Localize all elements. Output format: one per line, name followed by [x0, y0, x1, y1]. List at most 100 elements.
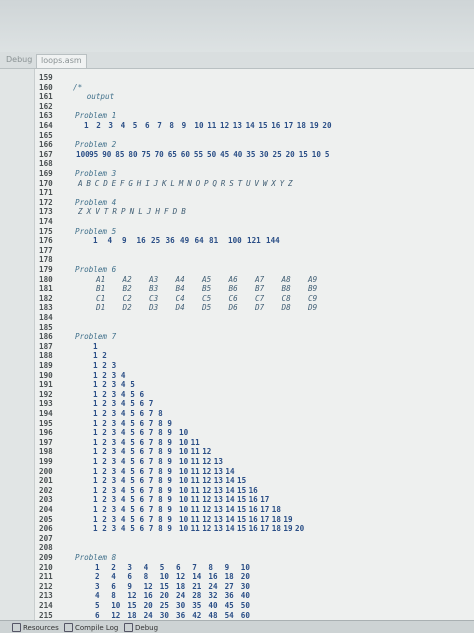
line-number: 166	[39, 140, 53, 150]
output-token: W	[262, 178, 268, 188]
output-token: 5	[130, 466, 135, 476]
output-token: 9	[127, 581, 132, 591]
output-token: 14	[225, 524, 235, 534]
output-token: 8	[158, 476, 163, 486]
output-token: D	[103, 178, 108, 188]
output-token: 2	[102, 418, 107, 428]
line-number: 182	[39, 293, 53, 303]
output-token: J	[153, 178, 159, 188]
output-token: X	[86, 207, 92, 217]
tab-debug[interactable]: Debug	[2, 54, 36, 65]
bottom-panel-bar: Resources Compile Log Debug	[0, 620, 474, 633]
output-token: 1	[93, 457, 98, 466]
line-number: 185	[39, 322, 53, 332]
output-token: 1	[93, 428, 98, 438]
output-token: 20	[285, 149, 295, 159]
output-token: 4	[120, 409, 126, 418]
output-token: 12	[202, 505, 212, 514]
resources-tab[interactable]: Resources	[12, 623, 59, 632]
line-number: 168	[39, 159, 53, 169]
tab-file[interactable]: loops.asm	[36, 54, 87, 68]
output-token: A3	[149, 274, 159, 284]
output-token: F	[164, 207, 169, 217]
output-token: O	[195, 178, 201, 188]
output-token: 12	[111, 610, 121, 620]
output-token: 8	[158, 524, 163, 534]
output-token: 14	[225, 476, 235, 486]
output-token: C9	[308, 293, 318, 303]
output-token: 2	[102, 457, 107, 466]
line-number: 173	[39, 207, 53, 217]
output-token: 6	[139, 418, 145, 428]
output-token: 3	[111, 495, 117, 505]
output-token: 10	[179, 514, 189, 524]
output-token: D9	[308, 303, 318, 313]
output-token: S	[229, 178, 234, 188]
compile-log-tab[interactable]: Compile Log	[64, 623, 118, 632]
output-token: 70	[154, 149, 164, 159]
output-token: 8	[158, 505, 163, 514]
output-token: N	[129, 207, 135, 217]
output-token: A5	[202, 274, 212, 284]
output-token: 1	[93, 505, 98, 514]
output-token: 3	[111, 380, 117, 390]
line-number: 174	[39, 217, 53, 226]
output-token: 6	[127, 572, 132, 582]
debug-tab[interactable]: Debug	[124, 623, 158, 632]
output-token: 1	[93, 399, 98, 409]
problem-heading: Problem 6	[75, 265, 117, 274]
output-token: 8	[208, 562, 213, 572]
output-token: 1	[93, 514, 98, 524]
output-token: 16	[136, 236, 146, 246]
output-token: 8	[169, 121, 174, 130]
output-token: 18	[271, 505, 281, 514]
output-token: E	[111, 178, 117, 188]
output-token: A	[78, 178, 83, 188]
output-token: 9	[181, 121, 187, 130]
output-token: A7	[255, 274, 265, 284]
output-token: 8	[158, 437, 163, 447]
output-token: 7	[192, 562, 197, 572]
output-token: A1	[96, 274, 106, 284]
compile-log-label: Compile Log	[75, 623, 119, 632]
output-token: 10	[179, 428, 189, 438]
output-token: 40	[240, 591, 250, 601]
output-token: V	[254, 178, 259, 188]
output-token: 9	[167, 418, 172, 428]
output-token: 3	[111, 428, 117, 438]
problem-heading: Problem 7	[75, 332, 117, 342]
output-token: 15	[237, 476, 247, 486]
output-token: 14	[225, 485, 235, 495]
output-token: 6	[139, 524, 145, 534]
line-number: 201	[39, 476, 53, 486]
output-token: 48	[208, 610, 218, 620]
output-token: 1	[93, 447, 98, 457]
output-token: 42	[192, 610, 202, 620]
output-token: 6	[139, 447, 145, 457]
output-token: 18	[296, 121, 306, 130]
output-token: 18	[224, 572, 234, 582]
problem-heading: Problem 5	[75, 226, 117, 236]
output-token: 2	[102, 351, 107, 361]
output-token: 1	[93, 341, 98, 351]
output-token: D2	[122, 303, 132, 313]
output-token: 7	[148, 524, 154, 534]
code-editor[interactable]: 159 160/* 161 output 162 163 Problem 1 164 1 2 3 4…	[35, 69, 474, 620]
output-token: D1	[96, 303, 106, 313]
output-token: 9	[167, 485, 172, 495]
output-token: 2	[102, 514, 107, 524]
output-token: B5	[202, 284, 212, 294]
output-token: L	[138, 207, 143, 217]
output-token: 11	[190, 437, 200, 447]
output-token: 6	[176, 562, 181, 572]
output-token: 3	[111, 524, 117, 534]
output-token: 65	[167, 149, 177, 159]
output-token: 36	[224, 591, 234, 601]
line-number: 191	[39, 380, 53, 390]
output-token: 13	[213, 514, 223, 524]
output-token: 5	[130, 380, 135, 390]
output-token: 9	[167, 466, 172, 476]
output-token: 11	[190, 457, 200, 466]
output-token: U	[246, 178, 251, 188]
output-token: 54	[224, 610, 234, 620]
